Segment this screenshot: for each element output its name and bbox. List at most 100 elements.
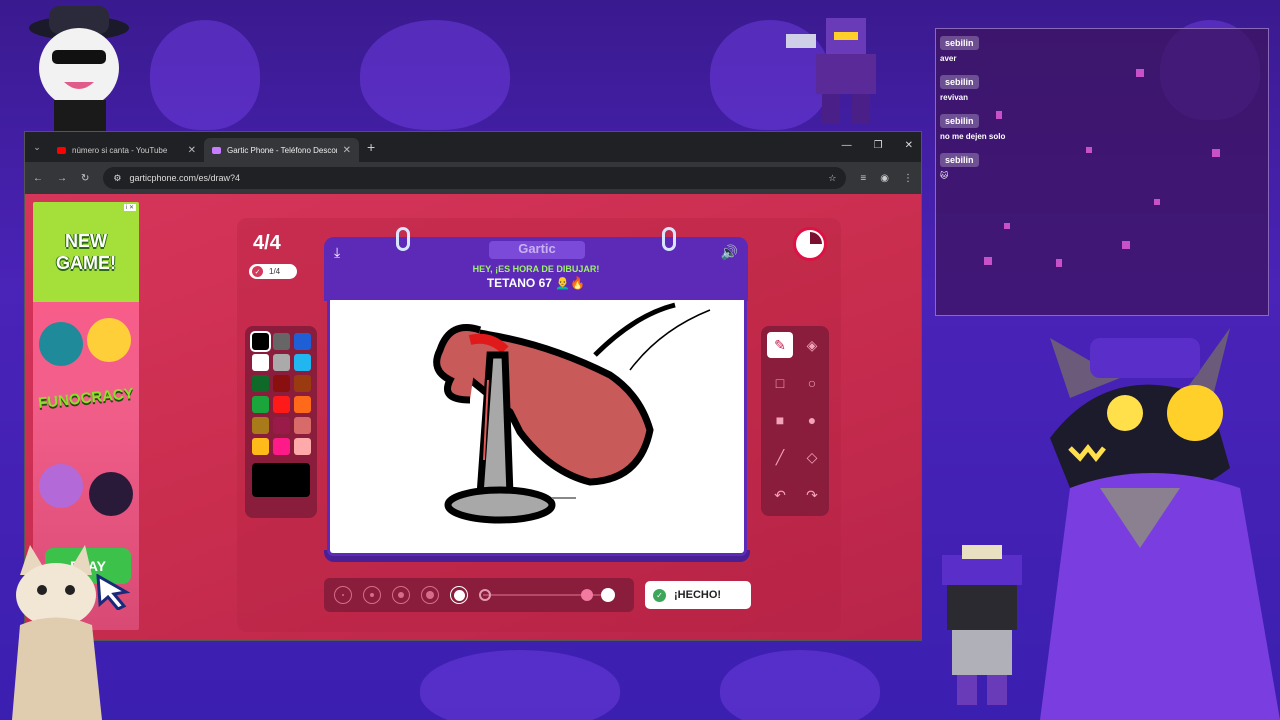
tab-title: Gartic Phone - Teléfono Descon bbox=[227, 145, 337, 155]
site-info-icon[interactable]: ⚙ bbox=[113, 173, 121, 184]
slider-thumb[interactable] bbox=[581, 589, 593, 601]
slider-max-icon bbox=[601, 588, 615, 602]
chat-text: revivan bbox=[940, 93, 969, 102]
drawing-canvas[interactable] bbox=[327, 300, 747, 556]
cat-image bbox=[12, 545, 102, 720]
close-icon[interactable]: ✕ bbox=[188, 145, 196, 156]
brush-size-bar bbox=[324, 578, 634, 612]
chat-message: sebilin revivan bbox=[936, 68, 1268, 107]
cursor-icon bbox=[96, 574, 130, 610]
undo-icon[interactable]: ↶ bbox=[767, 482, 793, 508]
pixel-decoration bbox=[1154, 199, 1160, 205]
color-swatch[interactable] bbox=[294, 375, 311, 392]
drawing-strokes bbox=[433, 302, 711, 524]
prompt-phrase: TETANO 67 👨‍🦲🔥 bbox=[486, 276, 586, 290]
background-shape bbox=[720, 650, 880, 720]
background-shape bbox=[420, 650, 620, 720]
new-tab-icon[interactable]: + bbox=[367, 139, 375, 155]
rect-outline-icon[interactable]: □ bbox=[767, 370, 793, 396]
brush-size-3[interactable] bbox=[392, 586, 410, 604]
extension-icon[interactable]: ◉ bbox=[880, 173, 889, 184]
current-color[interactable] bbox=[252, 463, 310, 497]
binder-ring-icon bbox=[396, 227, 410, 251]
pencil-icon[interactable]: ✎ bbox=[767, 332, 793, 358]
bookmark-star-icon[interactable]: ☆ bbox=[828, 173, 836, 184]
background-shape bbox=[360, 20, 510, 130]
done-button[interactable]: ✓ ¡HECHO! bbox=[645, 581, 751, 609]
prompt-header: ⤓ 🔊 Gartic HEY, ¡ES HORA DE DIBUJAR! TET… bbox=[324, 227, 748, 301]
color-swatch[interactable] bbox=[252, 396, 269, 413]
color-swatch[interactable] bbox=[294, 354, 311, 371]
circle-outline-icon[interactable]: ○ bbox=[799, 370, 825, 396]
brush-size-4[interactable] bbox=[421, 586, 439, 604]
redo-icon[interactable]: ↷ bbox=[799, 482, 825, 508]
done-label: ¡HECHO! bbox=[674, 589, 722, 601]
color-swatch[interactable] bbox=[294, 438, 311, 455]
close-window-icon[interactable]: ✕ bbox=[905, 140, 913, 151]
bucket-icon[interactable]: ◇ bbox=[799, 445, 825, 471]
color-swatch[interactable] bbox=[273, 354, 290, 371]
wolf-mascot-image bbox=[1040, 328, 1280, 720]
tab-gartic[interactable]: Gartic Phone - Teléfono Descon ✕ bbox=[204, 138, 359, 162]
browser-toolbar: ← → ↻ ⚙ garticphone.com/es/draw?4 ☆ ≡ ◉ … bbox=[25, 162, 921, 194]
gartic-logo: Gartic bbox=[489, 241, 585, 259]
round-badge: ✓ 1/4 bbox=[249, 264, 297, 279]
color-swatch[interactable] bbox=[273, 417, 290, 434]
color-swatch[interactable] bbox=[273, 375, 290, 392]
check-icon: ✓ bbox=[653, 588, 666, 602]
back-icon[interactable]: ← bbox=[33, 173, 43, 184]
tab-youtube[interactable]: número si canta - YouTube ✕ bbox=[49, 138, 204, 162]
chat-message: sebilin no me dejen solo bbox=[936, 107, 1268, 146]
chat-username: sebilin bbox=[940, 153, 979, 167]
ad-face-icon bbox=[87, 318, 131, 362]
tab-search-icon[interactable]: ⌄ bbox=[25, 142, 49, 153]
brush-size-2[interactable] bbox=[363, 586, 381, 604]
ad-thumbsup-icon bbox=[39, 322, 83, 366]
slider-min-icon bbox=[479, 589, 491, 601]
color-swatch[interactable] bbox=[252, 438, 269, 455]
eraser-icon[interactable]: ◈ bbox=[799, 332, 825, 358]
gartic-page: NEW GAME! i ✕ FUNOCRACY PLAY 4/4 ✓ 1/4 ⤓… bbox=[25, 194, 921, 640]
color-swatch[interactable] bbox=[273, 396, 290, 413]
color-swatch[interactable] bbox=[273, 333, 290, 350]
pixel-character-sprite bbox=[942, 545, 1022, 705]
color-swatch[interactable] bbox=[252, 417, 269, 434]
minimize-icon[interactable]: — bbox=[842, 140, 852, 151]
color-swatch[interactable] bbox=[294, 417, 311, 434]
tab-bar: ⌄ número si canta - YouTube ✕ Gartic Pho… bbox=[25, 132, 921, 162]
chat-message: sebilin 🐱 bbox=[936, 146, 1268, 185]
color-swatch[interactable] bbox=[252, 375, 269, 392]
color-swatch[interactable] bbox=[294, 333, 311, 350]
color-swatch[interactable] bbox=[250, 331, 271, 352]
chat-username: sebilin bbox=[940, 75, 979, 89]
rect-fill-icon[interactable]: ■ bbox=[767, 407, 793, 433]
ad-angry-icon bbox=[89, 472, 133, 516]
opacity-slider[interactable] bbox=[479, 588, 615, 602]
url-text: garticphone.com/es/draw?4 bbox=[129, 173, 241, 183]
ad-wizard-icon bbox=[39, 464, 83, 508]
close-icon[interactable]: ✕ bbox=[343, 145, 351, 156]
download-icon[interactable]: ⤓ bbox=[334, 244, 340, 261]
color-swatch[interactable] bbox=[273, 438, 290, 455]
ad-choices-icon[interactable]: i ✕ bbox=[123, 204, 136, 211]
check-icon: ✓ bbox=[252, 266, 263, 277]
stream-chat: sebilin aver sebilin revivan sebilin no … bbox=[935, 28, 1269, 316]
volume-icon[interactable]: 🔊 bbox=[721, 244, 738, 261]
circle-fill-icon[interactable]: ● bbox=[799, 407, 825, 433]
address-bar[interactable]: ⚙ garticphone.com/es/draw?4 ☆ bbox=[103, 167, 847, 189]
window-controls: — ❐ ✕ bbox=[842, 140, 913, 151]
brush-size-1[interactable] bbox=[334, 586, 352, 604]
color-swatch[interactable] bbox=[252, 354, 269, 371]
binder-ring-icon bbox=[662, 227, 676, 251]
reload-icon[interactable]: ↻ bbox=[81, 173, 89, 184]
restore-icon[interactable]: ❐ bbox=[874, 140, 883, 151]
brush-size-5[interactable] bbox=[450, 586, 468, 604]
forward-icon[interactable]: → bbox=[57, 173, 67, 184]
youtube-icon bbox=[57, 146, 66, 154]
tab-title: número si canta - YouTube bbox=[72, 145, 168, 155]
media-icon[interactable]: ≡ bbox=[860, 173, 866, 184]
line-icon[interactable]: ╱ bbox=[767, 445, 793, 471]
color-swatch[interactable] bbox=[294, 396, 311, 413]
menu-icon[interactable]: ⋮ bbox=[903, 173, 913, 184]
prompt-instruction: HEY, ¡ES HORA DE DIBUJAR! bbox=[472, 264, 600, 274]
